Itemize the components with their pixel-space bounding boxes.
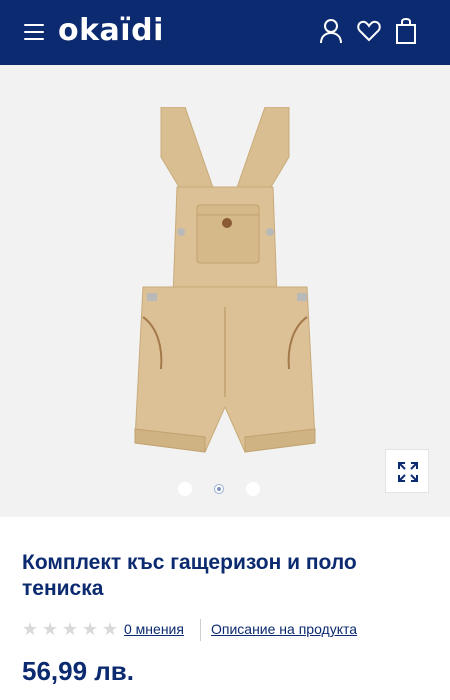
gallery-pagination <box>0 481 450 497</box>
star-icon: ★ <box>62 619 79 639</box>
star-icon: ★ <box>82 619 99 639</box>
product-price: 56,99 лв. <box>22 656 135 686</box>
expand-icon <box>398 462 418 482</box>
site-header: okaïdi <box>0 0 450 65</box>
star-icon: ★ <box>42 619 59 639</box>
heart-icon[interactable] <box>356 17 382 45</box>
product-gallery[interactable] <box>0 65 450 517</box>
star-icon: ★ <box>22 619 39 639</box>
star-icon: ★ <box>102 619 119 639</box>
divider <box>200 619 201 641</box>
shopping-bag-icon[interactable] <box>393 17 419 45</box>
user-icon[interactable] <box>318 17 344 45</box>
gallery-dot-1[interactable] <box>178 482 192 496</box>
product-overalls-image <box>134 107 316 453</box>
product-title: Комплект къс гащеризон и поло тениска <box>22 551 357 600</box>
hamburger-menu-icon[interactable] <box>24 21 46 43</box>
zoom-button[interactable] <box>385 449 429 493</box>
gallery-dot-2[interactable] <box>214 484 224 494</box>
gallery-dot-3[interactable] <box>246 482 260 496</box>
reviews-link[interactable]: 0 мнения <box>124 621 184 637</box>
product-description-link[interactable]: Описание на продукта <box>211 621 357 637</box>
brand-logo[interactable]: okaïdi <box>58 13 164 49</box>
rating-row: ★ ★ ★ ★ ★ 0 мнения Описание на продукта <box>22 619 442 641</box>
